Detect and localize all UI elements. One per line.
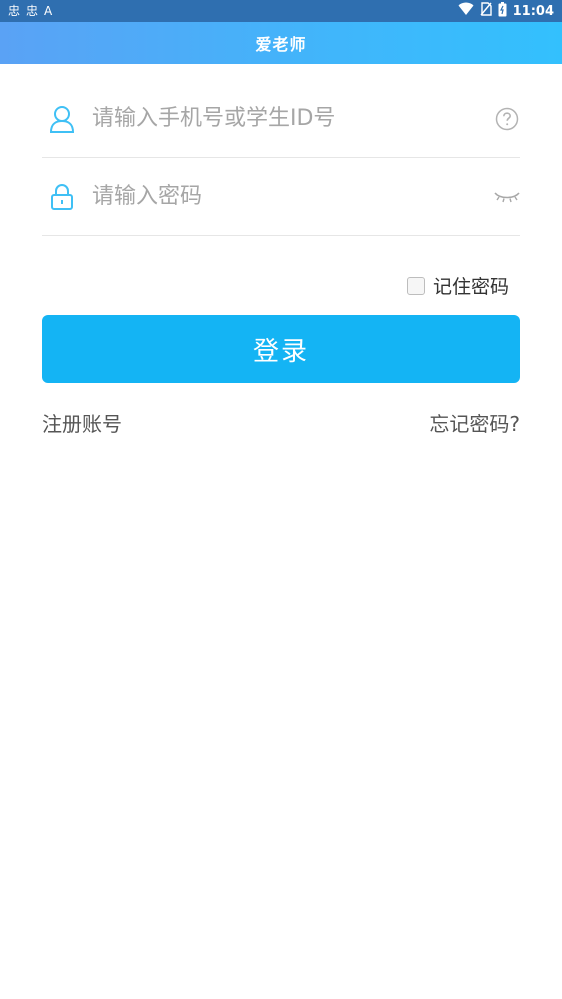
password-row <box>42 158 520 236</box>
no-sim-icon <box>480 2 492 20</box>
remember-checkbox[interactable] <box>406 276 425 295</box>
status-time: 11:04 <box>512 3 554 19</box>
battery-icon <box>498 1 507 21</box>
help-icon[interactable] <box>494 106 520 132</box>
notification-icon: 忠 <box>26 4 39 18</box>
remember-label: 记住密码 <box>432 276 509 298</box>
username-row <box>42 80 520 158</box>
forgot-password-link[interactable]: 忘记密码? <box>429 408 520 437</box>
remember-password[interactable]: 记住密码 <box>406 272 509 299</box>
status-bar: 忠 忠 A 11:04 <box>0 0 562 22</box>
status-left-icons: 忠 忠 A <box>8 0 52 22</box>
app-header: 爱老师 <box>0 22 562 64</box>
eye-closed-icon[interactable] <box>494 184 520 210</box>
username-input[interactable] <box>90 105 494 132</box>
lock-icon <box>46 181 78 213</box>
login-button[interactable]: 登录 <box>42 315 520 383</box>
user-icon <box>46 103 78 135</box>
notification-icon: A <box>44 4 53 18</box>
password-input[interactable] <box>90 183 494 210</box>
register-link[interactable]: 注册账号 <box>42 408 122 437</box>
wifi-icon <box>458 2 474 20</box>
status-right-icons: 11:04 <box>458 1 554 21</box>
page-title: 爱老师 <box>255 35 307 54</box>
notification-icon: 忠 <box>8 4 21 18</box>
